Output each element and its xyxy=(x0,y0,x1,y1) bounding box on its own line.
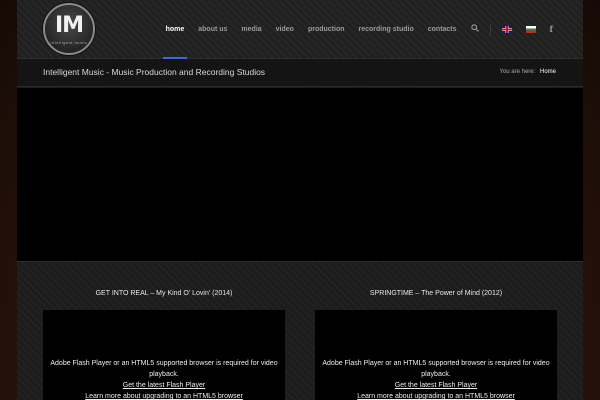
breadcrumb: You are here: Home xyxy=(500,59,557,86)
page-container: IM intelligent music home about us media… xyxy=(17,0,583,400)
main-nav: home about us media video production rec… xyxy=(159,0,560,59)
main-video-player[interactable] xyxy=(17,88,583,262)
nav-item-about-us[interactable]: about us xyxy=(191,0,234,59)
nav-item-recording-studio[interactable]: recording studio xyxy=(352,0,421,59)
nav-item-production[interactable]: production xyxy=(301,0,352,59)
title-bar: Intelligent Music - Music Production and… xyxy=(17,59,583,87)
logo-mark: IM xyxy=(54,13,84,38)
breadcrumb-prefix: You are here: xyxy=(499,69,536,75)
uk-flag-icon[interactable] xyxy=(501,26,512,33)
html5-browser-link[interactable]: Learn more about upgrading to an HTML5 b… xyxy=(315,391,557,400)
site-logo[interactable]: IM intelligent music xyxy=(43,3,95,55)
video-player[interactable]: Adobe Flash Player or an HTML5 supported… xyxy=(43,310,285,400)
nav-divider xyxy=(489,23,491,36)
logo-subtitle: intelligent music xyxy=(50,40,88,45)
player-message: Adobe Flash Player or an HTML5 supported… xyxy=(322,360,550,378)
nav-item-video[interactable]: video xyxy=(269,0,301,59)
video-column-left: GET INTO REAL – My Kind O' Lovin' (2014)… xyxy=(43,288,285,400)
player-message: Adobe Flash Player or an HTML5 supported… xyxy=(50,360,278,378)
nav-item-media[interactable]: media xyxy=(234,0,268,59)
site-header: IM intelligent music home about us media… xyxy=(17,0,583,59)
video-column-right: SPRINGTIME – The Power of Mind (2012) Ad… xyxy=(315,288,557,400)
nav-item-contacts[interactable]: contacts xyxy=(421,0,464,59)
page-title: Intelligent Music - Music Production and… xyxy=(43,67,266,77)
html5-browser-link[interactable]: Learn more about upgrading to an HTML5 b… xyxy=(43,391,285,400)
nav-item-home[interactable]: home xyxy=(159,0,192,59)
video-player[interactable]: Adobe Flash Player or an HTML5 supported… xyxy=(315,310,557,400)
get-flash-link[interactable]: Get the latest Flash Player xyxy=(43,380,285,391)
breadcrumb-home-link[interactable]: Home xyxy=(540,69,556,75)
facebook-icon[interactable]: f xyxy=(543,0,560,59)
video-title: SPRINGTIME – The Power of Mind (2012) xyxy=(369,290,503,297)
video-title: GET INTO REAL – My Kind O' Lovin' (2014) xyxy=(95,290,233,297)
get-flash-link[interactable]: Get the latest Flash Player xyxy=(315,380,557,391)
search-icon[interactable] xyxy=(464,0,486,59)
bulgaria-flag-icon[interactable] xyxy=(525,26,536,33)
